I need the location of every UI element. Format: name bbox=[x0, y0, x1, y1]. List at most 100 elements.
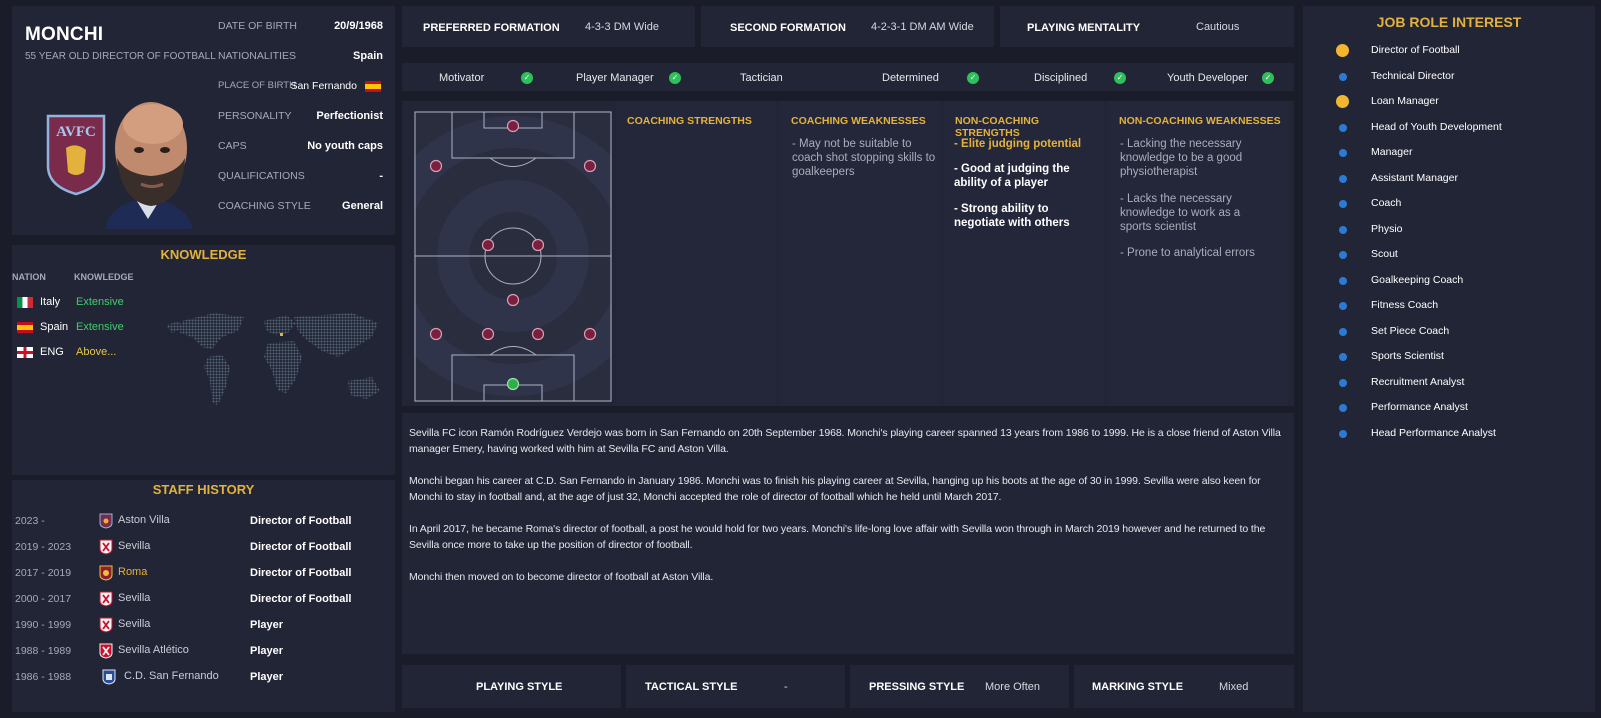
pressing-style-box[interactable]: PRESSING STYLE More Often bbox=[850, 665, 1069, 708]
non-coaching-weakness-item: - Prone to analytical errors bbox=[1120, 247, 1255, 259]
history-role: Player bbox=[250, 671, 284, 683]
history-club[interactable]: Sevilla bbox=[118, 540, 150, 552]
job-role-row[interactable]: Fitness Coach bbox=[1303, 299, 1595, 313]
history-club[interactable]: Aston Villa bbox=[118, 514, 170, 526]
trait-disciplined[interactable]: Disciplined bbox=[1034, 72, 1087, 84]
history-club[interactable]: C.D. San Fernando bbox=[124, 670, 219, 682]
personality-value: Perfectionist bbox=[316, 110, 383, 122]
trait-determined[interactable]: Determined bbox=[882, 72, 939, 84]
job-role-row[interactable]: Performance Analyst bbox=[1303, 401, 1595, 415]
non-coaching-strength-item: - Strong ability to negotiate with other… bbox=[954, 203, 1070, 229]
history-row[interactable]: 1988 - 1989 Sevilla Atlético Player bbox=[12, 643, 395, 659]
history-row[interactable]: 2017 - 2019 Roma Director of Football bbox=[12, 565, 395, 581]
history-years: 1990 - 1999 bbox=[15, 619, 72, 631]
job-role-row[interactable]: Coach bbox=[1303, 197, 1595, 211]
job-role-row[interactable]: Physio bbox=[1303, 223, 1595, 237]
coaching-panel: COACHING STRENGTHS COACHING WEAKNESSES -… bbox=[402, 101, 1294, 406]
job-role-title: JOB ROLE INTEREST bbox=[1376, 14, 1522, 30]
formation-pitch[interactable] bbox=[414, 111, 612, 402]
interest-dot-icon bbox=[1339, 72, 1347, 81]
knowledge-column-header[interactable]: KNOWLEDGE bbox=[74, 272, 134, 282]
job-role-row[interactable]: Recruitment Analyst bbox=[1303, 376, 1595, 390]
history-club[interactable]: Sevilla bbox=[118, 592, 150, 604]
job-role-row[interactable]: Head Performance Analyst bbox=[1303, 427, 1595, 441]
interest-dot-icon bbox=[1339, 327, 1347, 336]
knowledge-level: Extensive bbox=[76, 321, 124, 333]
playing-style-box[interactable]: PLAYING STYLE bbox=[402, 665, 621, 708]
tactical-style-box[interactable]: TACTICAL STYLE - bbox=[626, 665, 845, 708]
non-coaching-strength-item: - Good at judging the ability of a playe… bbox=[954, 163, 1070, 189]
knowledge-row[interactable]: ENG Above... bbox=[12, 346, 162, 360]
caps-value: No youth caps bbox=[307, 140, 383, 152]
personality-label: PERSONALITY bbox=[218, 110, 292, 122]
sevilla-atletico-badge-icon bbox=[99, 643, 113, 659]
info-dob: DATE OF BIRTH 20/9/1968 bbox=[218, 20, 383, 34]
pob-value: San Fernando bbox=[290, 80, 357, 92]
knowledge-row[interactable]: Spain Extensive bbox=[12, 321, 162, 335]
job-role-row[interactable]: Goalkeeping Coach bbox=[1303, 274, 1595, 288]
trait-tactician[interactable]: Tactician bbox=[740, 72, 783, 84]
trait-player-manager[interactable]: Player Manager bbox=[576, 72, 654, 84]
knowledge-level: Above... bbox=[76, 346, 117, 358]
knowledge-level: Extensive bbox=[76, 296, 124, 308]
interest-dot-icon bbox=[1339, 404, 1347, 412]
non-coaching-weakness-item: - Lacks the necessary knowledge to work … bbox=[1120, 193, 1241, 233]
history-role: Director of Football bbox=[250, 567, 352, 579]
job-role-row[interactable]: Technical Director bbox=[1303, 70, 1595, 84]
roma-badge-icon bbox=[99, 565, 113, 581]
dob-value: 20/9/1968 bbox=[334, 20, 383, 32]
job-role-row[interactable]: Head of Youth Development bbox=[1303, 121, 1595, 135]
knowledge-row[interactable]: Italy Extensive bbox=[12, 296, 162, 310]
history-role: Player bbox=[250, 619, 284, 631]
non-coaching-weaknesses-title: NON-COACHING WEAKNESSES bbox=[1119, 115, 1281, 127]
history-role: Director of Football bbox=[250, 593, 352, 605]
nationalities-value[interactable]: Spain bbox=[353, 50, 383, 62]
preferred-formation-label: PREFERRED FORMATION bbox=[423, 22, 560, 34]
history-row[interactable]: 2019 - 2023 Sevilla Director of Football bbox=[12, 539, 395, 555]
history-row[interactable]: 2000 - 2017 Sevilla Director of Football bbox=[12, 591, 395, 607]
traits-bar: Motivator ✓ Player Manager ✓ Tactician D… bbox=[402, 63, 1294, 91]
history-row[interactable]: 1986 - 1988 C.D. San Fernando Player bbox=[12, 669, 395, 685]
job-role-row[interactable]: Loan Manager bbox=[1303, 95, 1595, 109]
pressing-style-value: More Often bbox=[985, 681, 1041, 693]
check-icon: ✓ bbox=[669, 72, 681, 84]
spain-flag-icon bbox=[365, 81, 381, 92]
second-formation-value: 4-2-3-1 DM AM Wide bbox=[871, 21, 974, 33]
job-role-label: Loan Manager bbox=[1371, 95, 1439, 107]
job-role-interest-panel: JOB ROLE INTEREST Director of Football Te… bbox=[1303, 6, 1595, 712]
job-role-label: Head Performance Analyst bbox=[1371, 426, 1496, 439]
job-role-row[interactable]: Manager bbox=[1303, 146, 1595, 160]
job-role-row[interactable]: Sports Scientist bbox=[1303, 350, 1595, 364]
staff-subtitle: 55 YEAR OLD DIRECTOR OF FOOTBALL bbox=[25, 51, 216, 62]
job-role-row[interactable]: Scout bbox=[1303, 248, 1595, 262]
history-club[interactable]: Sevilla Atlético bbox=[118, 644, 189, 656]
history-row[interactable]: 1990 - 1999 Sevilla Player bbox=[12, 617, 395, 633]
job-role-label: Set Piece Coach bbox=[1371, 324, 1450, 337]
knowledge-panel: KNOWLEDGE NATION KNOWLEDGE Italy Extensi… bbox=[12, 245, 395, 475]
nation-column-header[interactable]: NATION bbox=[12, 272, 46, 282]
trait-youth-developer[interactable]: Youth Developer bbox=[1167, 72, 1248, 84]
world-map[interactable] bbox=[152, 307, 392, 425]
coaching-strengths-title: COACHING STRENGTHS bbox=[627, 115, 752, 127]
qualifications-label: QUALIFICATIONS bbox=[218, 170, 305, 182]
second-formation-box[interactable]: SECOND FORMATION 4-2-3-1 DM AM Wide bbox=[701, 6, 994, 47]
playing-mentality-box[interactable]: PLAYING MENTALITY Cautious bbox=[1000, 6, 1294, 47]
job-role-row[interactable]: Set Piece Coach bbox=[1303, 325, 1595, 339]
bio-paragraph: Sevilla FC icon Ramón Rodríguez Verdejo … bbox=[409, 427, 1281, 455]
interest-dot-icon bbox=[1339, 225, 1347, 234]
history-years: 2017 - 2019 bbox=[15, 567, 72, 579]
marking-style-box[interactable]: MARKING STYLE Mixed bbox=[1074, 665, 1294, 708]
history-years: 2019 - 2023 bbox=[15, 541, 72, 553]
sevilla-badge-icon bbox=[99, 591, 113, 607]
history-club[interactable]: Sevilla bbox=[118, 618, 150, 630]
history-role: Director of Football bbox=[250, 515, 352, 527]
history-row[interactable]: 2023 - Aston Villa Director of Football bbox=[12, 513, 395, 529]
bio-paragraph: Monchi then moved on to become director … bbox=[409, 571, 714, 583]
history-club[interactable]: Roma bbox=[118, 566, 147, 578]
interest-dot-icon bbox=[1339, 123, 1347, 132]
job-role-row[interactable]: Director of Football bbox=[1303, 44, 1595, 58]
trait-motivator[interactable]: Motivator bbox=[439, 72, 484, 84]
preferred-formation-box[interactable]: PREFERRED FORMATION 4-3-3 DM Wide bbox=[402, 6, 695, 47]
interest-dot-icon bbox=[1336, 95, 1349, 108]
job-role-row[interactable]: Assistant Manager bbox=[1303, 172, 1595, 186]
